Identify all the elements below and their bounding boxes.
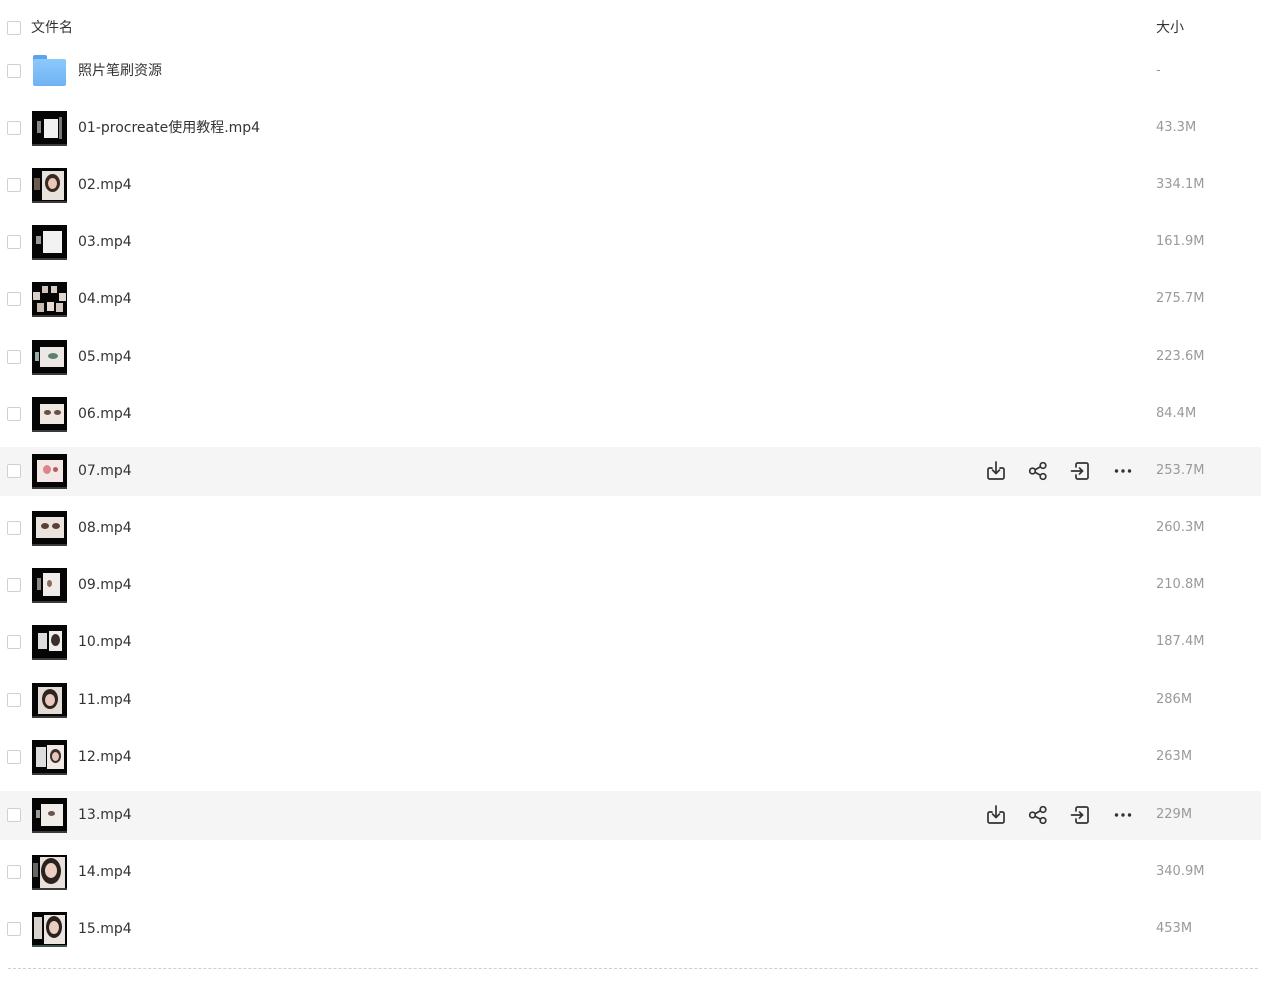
video-thumbnail xyxy=(32,282,67,317)
file-size: - xyxy=(1156,63,1161,78)
row-checkbox[interactable] xyxy=(7,64,21,78)
row-checkbox[interactable] xyxy=(7,292,21,306)
video-thumbnail xyxy=(32,397,67,432)
file-name[interactable]: 10.mp4 xyxy=(78,632,132,652)
row-checkbox[interactable] xyxy=(7,808,21,822)
row-checkbox[interactable] xyxy=(7,521,21,535)
file-name[interactable]: 13.mp4 xyxy=(78,805,132,825)
video-thumbnail xyxy=(32,683,67,718)
file-name[interactable]: 06.mp4 xyxy=(78,404,132,424)
file-name[interactable]: 08.mp4 xyxy=(78,518,132,538)
file-row[interactable]: 15.mp4 453M xyxy=(0,905,1261,954)
file-size: 223.6M xyxy=(1156,349,1205,364)
file-row[interactable]: 06.mp4 84.4M xyxy=(0,390,1261,439)
file-name[interactable]: 照片笔刷资源 xyxy=(78,61,162,81)
video-thumbnail xyxy=(32,340,67,375)
row-checkbox[interactable] xyxy=(7,635,21,649)
file-name[interactable]: 07.mp4 xyxy=(78,461,132,481)
video-thumbnail xyxy=(32,625,67,660)
file-row[interactable]: 10.mp4 187.4M xyxy=(0,618,1261,667)
download-icon[interactable] xyxy=(984,459,1008,483)
video-thumbnail xyxy=(32,798,67,833)
move-icon[interactable] xyxy=(1068,803,1092,827)
file-size: 286M xyxy=(1156,692,1193,707)
file-name[interactable]: 14.mp4 xyxy=(78,862,132,882)
file-name[interactable]: 11.mp4 xyxy=(78,690,132,710)
folder-icon xyxy=(32,55,67,87)
file-size: 187.4M xyxy=(1156,634,1205,649)
file-row[interactable]: 02.mp4 334.1M xyxy=(0,161,1261,210)
file-row[interactable]: 04.mp4 275.7M xyxy=(0,275,1261,324)
more-icon[interactable] xyxy=(1111,803,1135,827)
file-size: 161.9M xyxy=(1156,234,1205,249)
file-name[interactable]: 01-procreate使用教程.mp4 xyxy=(78,118,260,138)
row-checkbox[interactable] xyxy=(7,865,21,879)
file-name[interactable]: 04.mp4 xyxy=(78,289,132,309)
size-column-header[interactable]: 大小 xyxy=(1156,18,1184,38)
share-icon[interactable] xyxy=(1026,803,1050,827)
file-row[interactable]: 照片笔刷资源 - xyxy=(0,47,1261,96)
file-size: 275.7M xyxy=(1156,291,1205,306)
file-size: 210.8M xyxy=(1156,577,1205,592)
file-row[interactable]: 09.mp4 210.8M xyxy=(0,561,1261,610)
file-name[interactable]: 09.mp4 xyxy=(78,575,132,595)
share-icon[interactable] xyxy=(1026,459,1050,483)
row-checkbox[interactable] xyxy=(7,578,21,592)
file-name[interactable]: 03.mp4 xyxy=(78,232,132,252)
row-checkbox[interactable] xyxy=(7,178,21,192)
file-size: 340.9M xyxy=(1156,864,1205,879)
file-row[interactable]: 03.mp4 161.9M xyxy=(0,218,1261,267)
file-row[interactable]: 05.mp4 223.6M xyxy=(0,333,1261,382)
name-column-header[interactable]: 文件名 xyxy=(31,18,73,38)
file-row[interactable]: 13.mp4 229M xyxy=(0,791,1261,840)
file-size: 229M xyxy=(1156,807,1193,822)
file-row[interactable]: 11.mp4 286M xyxy=(0,676,1261,725)
video-thumbnail xyxy=(32,912,67,947)
video-thumbnail xyxy=(32,568,67,603)
file-size: 453M xyxy=(1156,921,1193,936)
file-size: 43.3M xyxy=(1156,120,1197,135)
file-row[interactable]: 07.mp4 253.7M xyxy=(0,447,1261,496)
list-bottom-divider xyxy=(8,968,1258,969)
file-size: 263M xyxy=(1156,749,1193,764)
download-icon[interactable] xyxy=(984,803,1008,827)
more-icon[interactable] xyxy=(1111,459,1135,483)
file-size: 253.7M xyxy=(1156,463,1205,478)
row-checkbox[interactable] xyxy=(7,350,21,364)
video-thumbnail xyxy=(32,740,67,775)
file-list: 文件名 大小 照片笔刷资源 - 01-procreate使用教程.mp4 43.… xyxy=(0,0,1261,981)
video-thumbnail xyxy=(32,225,67,260)
row-checkbox[interactable] xyxy=(7,922,21,936)
file-row[interactable]: 08.mp4 260.3M xyxy=(0,504,1261,553)
file-name[interactable]: 05.mp4 xyxy=(78,347,132,367)
row-checkbox[interactable] xyxy=(7,235,21,249)
select-all-checkbox[interactable] xyxy=(7,21,21,35)
video-thumbnail xyxy=(32,855,67,890)
file-name[interactable]: 15.mp4 xyxy=(78,919,132,939)
file-name[interactable]: 12.mp4 xyxy=(78,747,132,767)
row-checkbox[interactable] xyxy=(7,750,21,764)
file-row[interactable]: 14.mp4 340.9M xyxy=(0,848,1261,897)
video-thumbnail xyxy=(32,111,67,146)
video-thumbnail xyxy=(32,511,67,546)
row-checkbox[interactable] xyxy=(7,464,21,478)
row-checkbox[interactable] xyxy=(7,407,21,421)
file-size: 84.4M xyxy=(1156,406,1197,421)
video-thumbnail xyxy=(32,168,67,203)
file-row[interactable]: 01-procreate使用教程.mp4 43.3M xyxy=(0,104,1261,153)
move-icon[interactable] xyxy=(1068,459,1092,483)
file-size: 334.1M xyxy=(1156,177,1205,192)
file-size: 260.3M xyxy=(1156,520,1205,535)
file-name[interactable]: 02.mp4 xyxy=(78,175,132,195)
row-checkbox[interactable] xyxy=(7,121,21,135)
video-thumbnail xyxy=(32,454,67,489)
file-row[interactable]: 12.mp4 263M xyxy=(0,733,1261,782)
row-checkbox[interactable] xyxy=(7,693,21,707)
